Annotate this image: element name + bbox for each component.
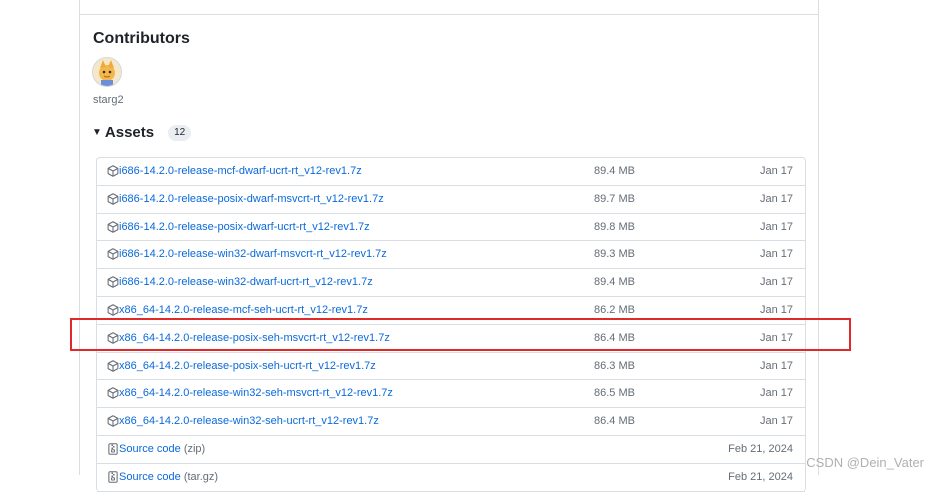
asset-name: x86_64-14.2.0-release-posix-seh-ucrt-rt_… — [119, 359, 376, 372]
asset-row: i686-14.2.0-release-posix-dwarf-msvcrt-r… — [97, 186, 805, 214]
asset-link[interactable]: x86_64-14.2.0-release-mcf-seh-ucrt-rt_v1… — [119, 304, 368, 316]
package-icon — [107, 415, 119, 427]
asset-date: Jan 17 — [759, 276, 793, 289]
contributors-heading: Contributors — [93, 30, 190, 47]
asset-link[interactable]: x86_64-14.2.0-release-win32-seh-msvcrt-r… — [119, 387, 393, 399]
assets-heading: Assets — [104, 124, 155, 141]
asset-date: Jan 17 — [759, 220, 793, 233]
asset-name: x86_64-14.2.0-release-win32-seh-msvcrt-r… — [119, 387, 393, 400]
package-icon — [107, 276, 119, 288]
asset-format: (zip) — [180, 442, 206, 455]
package-icon — [107, 248, 119, 261]
asset-size: 89.4 MB — [594, 165, 635, 177]
asset-date: Jan 17 — [759, 303, 793, 316]
asset-name: i686-14.2.0-release-mcf-dwarf-ucrt-rt_v1… — [119, 165, 362, 177]
avatar-image — [93, 58, 121, 86]
caret-down-icon: ▼ — [92, 127, 102, 138]
asset-row: Source code (zip) Feb 21, 2024 — [97, 436, 805, 464]
asset-row: Source code (tar.gz) Feb 21, 2024 — [97, 464, 805, 492]
asset-link[interactable]: i686-14.2.0-release-posix-dwarf-ucrt-rt_… — [119, 221, 370, 233]
asset-size: 86.2 MB — [594, 303, 635, 316]
divider — [79, 14, 819, 15]
assets-count-badge: 12 — [168, 124, 192, 141]
asset-row: i686-14.2.0-release-win32-dwarf-msvcrt-r… — [97, 241, 805, 270]
asset-date: Feb 21, 2024 — [728, 470, 793, 483]
asset-link[interactable]: i686-14.2.0-release-win32-dwarf-ucrt-rt_… — [119, 276, 373, 288]
file-zip-icon — [107, 470, 119, 483]
package-icon — [107, 304, 119, 316]
file-zip-icon — [107, 443, 119, 455]
asset-link[interactable]: Source code (zip) — [119, 443, 205, 455]
asset-row: x86_64-14.2.0-release-win32-seh-ucrt-rt_… — [97, 408, 805, 436]
asset-name: i686-14.2.0-release-win32-dwarf-msvcrt-r… — [119, 248, 387, 261]
asset-link[interactable]: Source code (tar.gz) — [119, 471, 218, 483]
asset-date: Jan 17 — [759, 248, 793, 261]
asset-row: i686-14.2.0-release-win32-dwarf-ucrt-rt_… — [97, 269, 805, 297]
asset-name: x86_64-14.2.0-release-win32-seh-ucrt-rt_… — [119, 415, 379, 428]
asset-size: 89.4 MB — [594, 276, 635, 289]
asset-date: Feb 21, 2024 — [728, 442, 793, 455]
asset-row: x86_64-14.2.0-release-posix-seh-ucrt-rt_… — [97, 353, 805, 381]
asset-size: 89.7 MB — [594, 192, 635, 205]
contributor-name[interactable]: starg2 — [93, 94, 124, 106]
asset-link[interactable]: i686-14.2.0-release-mcf-dwarf-ucrt-rt_v1… — [119, 165, 362, 177]
package-icon — [107, 193, 119, 205]
asset-row: x86_64-14.2.0-release-win32-seh-msvcrt-r… — [97, 380, 805, 409]
asset-name: x86_64-14.2.0-release-mcf-seh-ucrt-rt_v1… — [119, 303, 368, 316]
asset-name: i686-14.2.0-release-win32-dwarf-ucrt-rt_… — [119, 276, 373, 289]
asset-date: Jan 17 — [759, 387, 793, 400]
asset-date: Jan 17 — [759, 415, 793, 428]
asset-size: 86.5 MB — [594, 387, 635, 400]
asset-name: i686-14.2.0-release-posix-dwarf-ucrt-rt_… — [119, 220, 370, 233]
contributor-avatar[interactable] — [92, 57, 122, 87]
asset-link[interactable]: i686-14.2.0-release-posix-dwarf-msvcrt-r… — [119, 193, 384, 205]
package-icon — [107, 165, 119, 177]
watermark: CSDN @Dein_Vater — [806, 455, 924, 470]
asset-link[interactable]: x86_64-14.2.0-release-posix-seh-ucrt-rt_… — [119, 360, 376, 372]
asset-size: 89.8 MB — [594, 220, 635, 233]
asset-name: i686-14.2.0-release-posix-dwarf-msvcrt-r… — [119, 192, 384, 205]
asset-date: Jan 17 — [759, 192, 793, 205]
asset-size: 86.4 MB — [594, 415, 635, 428]
package-icon — [107, 359, 119, 372]
assets-toggle[interactable]: ▼ Assets 12 — [92, 124, 192, 141]
highlight-annotation — [70, 318, 851, 351]
asset-row: i686-14.2.0-release-posix-dwarf-ucrt-rt_… — [97, 214, 805, 242]
asset-size: 86.3 MB — [594, 359, 635, 372]
asset-date: Jan 17 — [759, 359, 793, 372]
package-icon — [107, 220, 119, 233]
asset-date: Jan 17 — [759, 165, 793, 177]
asset-name: Source code — [119, 442, 181, 455]
asset-link[interactable]: x86_64-14.2.0-release-win32-seh-ucrt-rt_… — [119, 415, 379, 427]
asset-size: 89.3 MB — [594, 248, 635, 261]
asset-row: i686-14.2.0-release-mcf-dwarf-ucrt-rt_v1… — [97, 158, 805, 186]
asset-name: Source code — [119, 470, 181, 483]
asset-format: (tar.gz) — [180, 470, 219, 483]
package-icon — [107, 387, 119, 400]
asset-link[interactable]: i686-14.2.0-release-win32-dwarf-msvcrt-r… — [119, 248, 387, 260]
